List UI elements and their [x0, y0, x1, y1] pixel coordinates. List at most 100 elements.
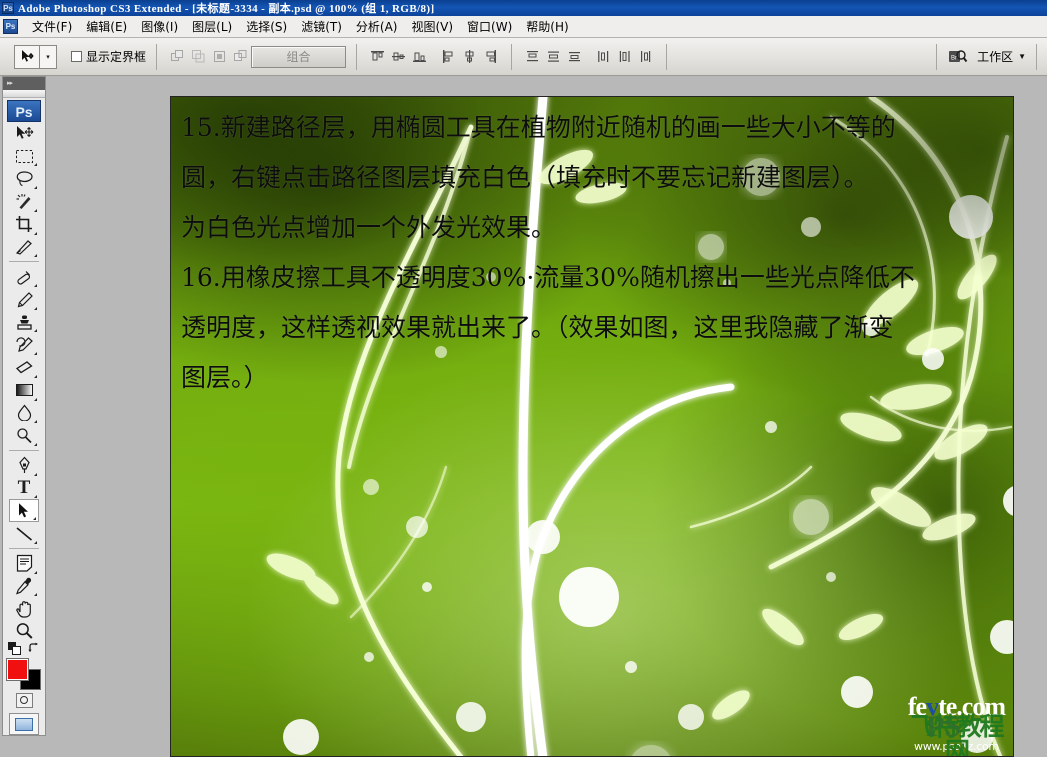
- line-tool[interactable]: [9, 522, 39, 545]
- align-horizontal-centers-icon[interactable]: [460, 47, 479, 66]
- tool-preset-picker[interactable]: ▾: [14, 44, 57, 69]
- brush-tool[interactable]: [9, 288, 39, 311]
- auto-align-reposition-icon[interactable]: [189, 47, 208, 66]
- more-tools-corner-icon: [34, 283, 37, 287]
- clone-stamp-tool[interactable]: [9, 311, 39, 334]
- align-vertical-centers-icon[interactable]: [389, 47, 408, 66]
- distribute-left-edges-icon[interactable]: [594, 47, 613, 66]
- foreground-color-swatch[interactable]: [6, 657, 29, 681]
- watermark: fevte.com 飞特教程网 PS www.psahz.com: [908, 694, 1006, 757]
- toolbox-divider-2: [9, 449, 39, 451]
- dodge-tool[interactable]: [9, 424, 39, 447]
- auto-align-collage-icon[interactable]: [210, 47, 229, 66]
- zoom-tool[interactable]: [9, 620, 39, 643]
- checkbox-box[interactable]: [71, 51, 82, 62]
- options-divider-1: [156, 43, 158, 70]
- gradient-tool[interactable]: [9, 379, 39, 402]
- toolbox-divider-1: [9, 261, 39, 263]
- options-divider-3: [511, 43, 513, 70]
- crop-tool[interactable]: [9, 213, 39, 236]
- distribute-bottom-edges-icon[interactable]: [565, 47, 584, 66]
- options-bar: ▾ 显示定界框 组合 Br 工作区 ▼: [0, 38, 1047, 76]
- window-title: Adobe Photoshop CS3 Extended - [未标题-3334…: [18, 3, 435, 15]
- quick-mask-toggle[interactable]: [7, 692, 41, 708]
- combine-button[interactable]: 组合: [251, 45, 347, 68]
- align-right-edges-icon[interactable]: [481, 47, 500, 66]
- pen-tool[interactable]: [9, 454, 39, 477]
- more-tools-corner-icon: [34, 420, 37, 424]
- menu-file[interactable]: 文件(F): [25, 16, 79, 37]
- hand-tool[interactable]: [9, 597, 39, 620]
- more-tools-corner-icon: [34, 208, 37, 212]
- lasso-tool[interactable]: [9, 167, 39, 190]
- photoshop-window: Ps Adobe Photoshop CS3 Extended - [未标题-3…: [0, 0, 1047, 757]
- align-top-edges-icon[interactable]: [368, 47, 387, 66]
- instruction-text: 15.新建路径层，用椭圆工具在植物附近随机的画一些大小不等的 圆，右键点击路径图…: [181, 103, 1003, 403]
- healing-brush-tool[interactable]: [9, 265, 39, 288]
- toolbox-drag-handle[interactable]: [3, 89, 45, 98]
- toolbox-collapse-bar[interactable]: ▸▸: [3, 77, 45, 90]
- eyedropper-tool[interactable]: [9, 575, 39, 598]
- more-tools-corner-icon: [34, 374, 37, 378]
- options-divider-4: [666, 43, 668, 70]
- menu-window[interactable]: 窗口(W): [460, 16, 519, 37]
- magic-wand-tool[interactable]: [9, 190, 39, 213]
- menu-layer[interactable]: 图层(L): [185, 16, 239, 37]
- menu-help[interactable]: 帮助(H): [519, 16, 575, 37]
- distribute-right-edges-icon[interactable]: [636, 47, 655, 66]
- menu-select[interactable]: 选择(S): [239, 16, 294, 37]
- move-tool[interactable]: [9, 122, 39, 145]
- more-tools-corner-icon: [34, 495, 37, 499]
- history-brush-tool[interactable]: [9, 333, 39, 356]
- instruction-line-3: 为白色光点增加一个外发光效果。: [181, 213, 557, 242]
- more-tools-corner-icon: [34, 397, 37, 401]
- edit-in-quick-mask-mode-icon[interactable]: [15, 692, 33, 708]
- move-tool-icon: [15, 46, 39, 68]
- slice-tool[interactable]: [9, 236, 39, 259]
- blur-tool[interactable]: [9, 402, 39, 425]
- change-screen-mode-icon[interactable]: [9, 713, 39, 736]
- svg-text:Br: Br: [951, 55, 957, 61]
- auto-align-perspective-icon[interactable]: [231, 47, 250, 66]
- instruction-line-5: 透明度，这样透视效果就出来了。（效果如图，这里我隐藏了渐变: [181, 313, 894, 342]
- eraser-tool[interactable]: [9, 356, 39, 379]
- distribute-horizontal-centers-icon[interactable]: [615, 47, 634, 66]
- more-tools-corner-icon: [34, 570, 37, 574]
- color-controls-mini: [7, 641, 41, 657]
- distribute-top-edges-icon[interactable]: [523, 47, 542, 66]
- distribute-vertical-centers-icon[interactable]: [544, 47, 563, 66]
- more-tools-corner-icon: [34, 540, 37, 544]
- go-to-bridge-icon[interactable]: Br: [947, 47, 969, 67]
- options-divider-6: [1036, 43, 1037, 70]
- path-selection-tool[interactable]: [9, 499, 39, 523]
- watermark-middle: 飞特教程网 PS: [908, 712, 1005, 757]
- quick-mask-circle: [20, 696, 28, 705]
- menu-filter[interactable]: 滤镜(T): [294, 16, 349, 37]
- more-tools-corner-icon: [34, 163, 37, 167]
- document-canvas[interactable]: 15.新建路径层，用椭圆工具在植物附近随机的画一些大小不等的 圆，右键点击路径图…: [170, 96, 1014, 757]
- default-colors-icon[interactable]: [8, 641, 21, 657]
- rectangular-marquee-tool[interactable]: [9, 145, 39, 168]
- more-tools-corner-icon: [34, 306, 37, 310]
- collapse-arrows-icon[interactable]: ▸▸: [7, 79, 13, 87]
- notes-tool[interactable]: [9, 552, 39, 575]
- chevron-down-icon[interactable]: ▾: [40, 46, 56, 68]
- auto-align-layers-icon[interactable]: [168, 47, 187, 66]
- menu-image[interactable]: 图像(I): [134, 16, 185, 37]
- workspace-caret-icon[interactable]: ▼: [1018, 52, 1026, 61]
- document-menu-icon[interactable]: Ps: [3, 19, 18, 34]
- align-bottom-edges-icon[interactable]: [410, 47, 429, 66]
- more-tools-corner-icon: [34, 593, 37, 597]
- menu-edit[interactable]: 编辑(E): [79, 16, 134, 37]
- more-tools-corner-icon: [34, 186, 37, 190]
- title-bar: Ps Adobe Photoshop CS3 Extended - [未标题-3…: [0, 0, 1047, 16]
- menu-analysis[interactable]: 分析(A): [349, 16, 405, 37]
- swap-colors-icon[interactable]: [28, 642, 40, 656]
- align-left-edges-icon[interactable]: [439, 47, 458, 66]
- show-bounding-box-checkbox[interactable]: 显示定界框: [71, 48, 146, 65]
- horizontal-type-tool[interactable]: T: [9, 477, 39, 500]
- menu-view[interactable]: 视图(V): [404, 16, 460, 37]
- workspace-label[interactable]: 工作区: [977, 48, 1013, 65]
- type-tool-glyph: T: [17, 477, 31, 499]
- more-tools-corner-icon: [34, 442, 37, 446]
